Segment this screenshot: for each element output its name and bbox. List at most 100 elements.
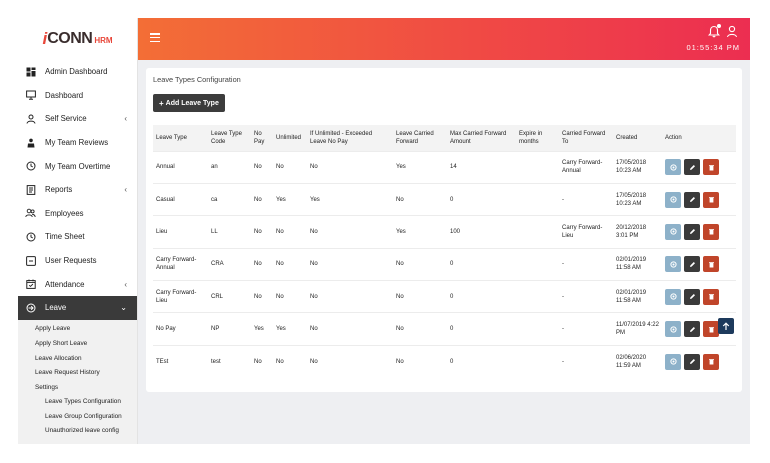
pencil-icon [689, 261, 696, 268]
clock: 01:55:34 PM [686, 43, 740, 52]
delete-button[interactable] [703, 191, 719, 208]
sidebar-item-employees[interactable]: Employees [18, 202, 137, 226]
view-button[interactable] [665, 321, 681, 338]
table-cell [516, 215, 559, 249]
sidebar-item-reports[interactable]: Reports ‹ [18, 178, 137, 202]
sidebar-item-admin-dashboard[interactable]: Admin Dashboard [18, 60, 137, 84]
view-button[interactable] [665, 159, 681, 176]
submenu-item-leave-types-configuration[interactable]: Leave Types Configuration [18, 395, 137, 410]
table-cell: Yes [393, 150, 447, 184]
action-cell [662, 280, 736, 313]
top-header: 01:55:34 PM [138, 18, 750, 60]
leave-types-table: Leave Type Leave Type Code No Pay Unlimited… [153, 125, 736, 378]
edit-button[interactable] [684, 191, 700, 208]
sidebar-item-label: Reports [45, 185, 73, 195]
action-cell [662, 215, 736, 249]
table-cell: 0 [447, 247, 516, 281]
history-icon [25, 161, 36, 172]
view-icon [669, 228, 677, 236]
table-cell: No [273, 247, 307, 281]
pencil-icon [689, 326, 696, 333]
sidebar-item-time-sheet[interactable]: Time Sheet [18, 225, 137, 249]
submenu-item-leave-request-history[interactable]: Leave Request History [18, 365, 137, 380]
edit-button[interactable] [684, 288, 700, 305]
table-cell: test [208, 344, 251, 378]
sidebar-item-leave[interactable]: Leave ⌄ [18, 295, 137, 320]
table-row: Casual ca No Yes Yes No 0-17/05/2018 10:23 AM [153, 182, 736, 216]
table-cell: - [559, 312, 613, 346]
sidebar-item-my-team-reviews[interactable]: My Team Reviews [18, 131, 137, 155]
table-row: TEst test No No No No 0-02/06/2020 11:59 AM [153, 344, 736, 378]
table-cell: No [273, 215, 307, 249]
table-cell: Yes [251, 312, 273, 346]
delete-button[interactable] [703, 321, 719, 338]
delete-button[interactable] [703, 288, 719, 305]
sign-out-icon [25, 302, 36, 313]
table-row: Lieu LL No No No Yes 100 Carry Forward-Lieu 20/1… [153, 215, 736, 249]
trash-icon [708, 261, 715, 268]
table-cell: No [251, 182, 273, 216]
table-cell: No [393, 280, 447, 313]
table-row: No Pay NP Yes Yes No No 0-11/07/2019 4:22 PM [153, 312, 736, 346]
add-leave-type-button[interactable]: + Add Leave Type [153, 94, 225, 112]
submenu-item-leave-group-configuration[interactable]: Leave Group Configuration [18, 409, 137, 424]
table-cell: 02/06/2020 11:59 AM [613, 344, 662, 378]
edit-button[interactable] [684, 159, 700, 176]
sidebar-item-label: Self Service [45, 114, 87, 124]
column-header: Carried Forward To [562, 130, 606, 145]
table-header: Leave Type Leave Type Code No Pay Unlimited… [153, 125, 736, 151]
edit-button[interactable] [684, 321, 700, 338]
pencil-icon [689, 228, 696, 235]
table-row: Annual an No No No Yes 14 Carry Forward-Annual 1… [153, 150, 736, 184]
delete-button[interactable] [703, 256, 719, 273]
sidebar-item-my-team-overtime[interactable]: My Team Overtime [18, 154, 137, 178]
table-cell: No [307, 344, 393, 378]
table-cell: No [307, 280, 393, 313]
table-cell: 0 [447, 344, 516, 378]
chevron-left-icon: ‹ [124, 185, 127, 195]
table-cell: Carry Forward-Annual [153, 247, 208, 281]
users-icon [25, 208, 36, 219]
view-button[interactable] [665, 223, 681, 240]
edit-button[interactable] [684, 223, 700, 240]
table-cell [516, 247, 559, 281]
table-cell [516, 150, 559, 184]
submenu-item-settings[interactable]: Settings [18, 380, 137, 395]
action-cell [662, 150, 736, 184]
submenu-item-unauthorized-leave-config[interactable]: Unauthorized leave config [18, 424, 137, 439]
scroll-to-top-button[interactable] [718, 318, 734, 334]
logo[interactable]: i CONN HRM [18, 18, 137, 60]
trash-icon [708, 326, 715, 333]
sidebar-item-self-service[interactable]: Self Service ‹ [18, 107, 137, 131]
submenu-item-apply-short-leave[interactable]: Apply Short Leave [18, 336, 137, 351]
sidebar-item-dashboard[interactable]: Dashboard [18, 84, 137, 108]
view-icon [669, 358, 677, 365]
table-cell: 17/05/2018 10:23 AM [613, 150, 662, 184]
edit-button[interactable] [684, 256, 700, 273]
sidebar-item-user-requests[interactable]: User Requests [18, 249, 137, 273]
table-cell [516, 344, 559, 378]
bell-icon[interactable] [707, 24, 721, 39]
leave-types-card: Leave Types Configuration + Add Leave Typ… [146, 68, 742, 392]
table-cell: - [559, 182, 613, 216]
user-profile-icon[interactable] [726, 25, 738, 39]
table-cell: 0 [447, 312, 516, 346]
sidebar-item-attendance[interactable]: Attendance ‹ [18, 272, 137, 296]
delete-button[interactable] [703, 223, 719, 240]
view-button[interactable] [665, 191, 681, 208]
submenu-item-apply-leave[interactable]: Apply Leave [18, 322, 137, 337]
submenu-item-leave-allocation[interactable]: Leave Allocation [18, 351, 137, 366]
sidebar-item-label: Dashboard [45, 90, 84, 100]
table-cell: ca [208, 182, 251, 216]
delete-button[interactable] [703, 353, 719, 370]
table-cell: No [393, 247, 447, 281]
view-button[interactable] [665, 256, 681, 273]
edit-button[interactable] [684, 353, 700, 370]
view-button[interactable] [665, 353, 681, 370]
table-cell: No [273, 150, 307, 184]
delete-button[interactable] [703, 159, 719, 176]
view-button[interactable] [665, 288, 681, 305]
sidebar-item-label: My Team Reviews [45, 138, 109, 148]
menu-toggle-icon[interactable] [150, 33, 160, 43]
chevron-left-icon: ‹ [124, 279, 127, 289]
